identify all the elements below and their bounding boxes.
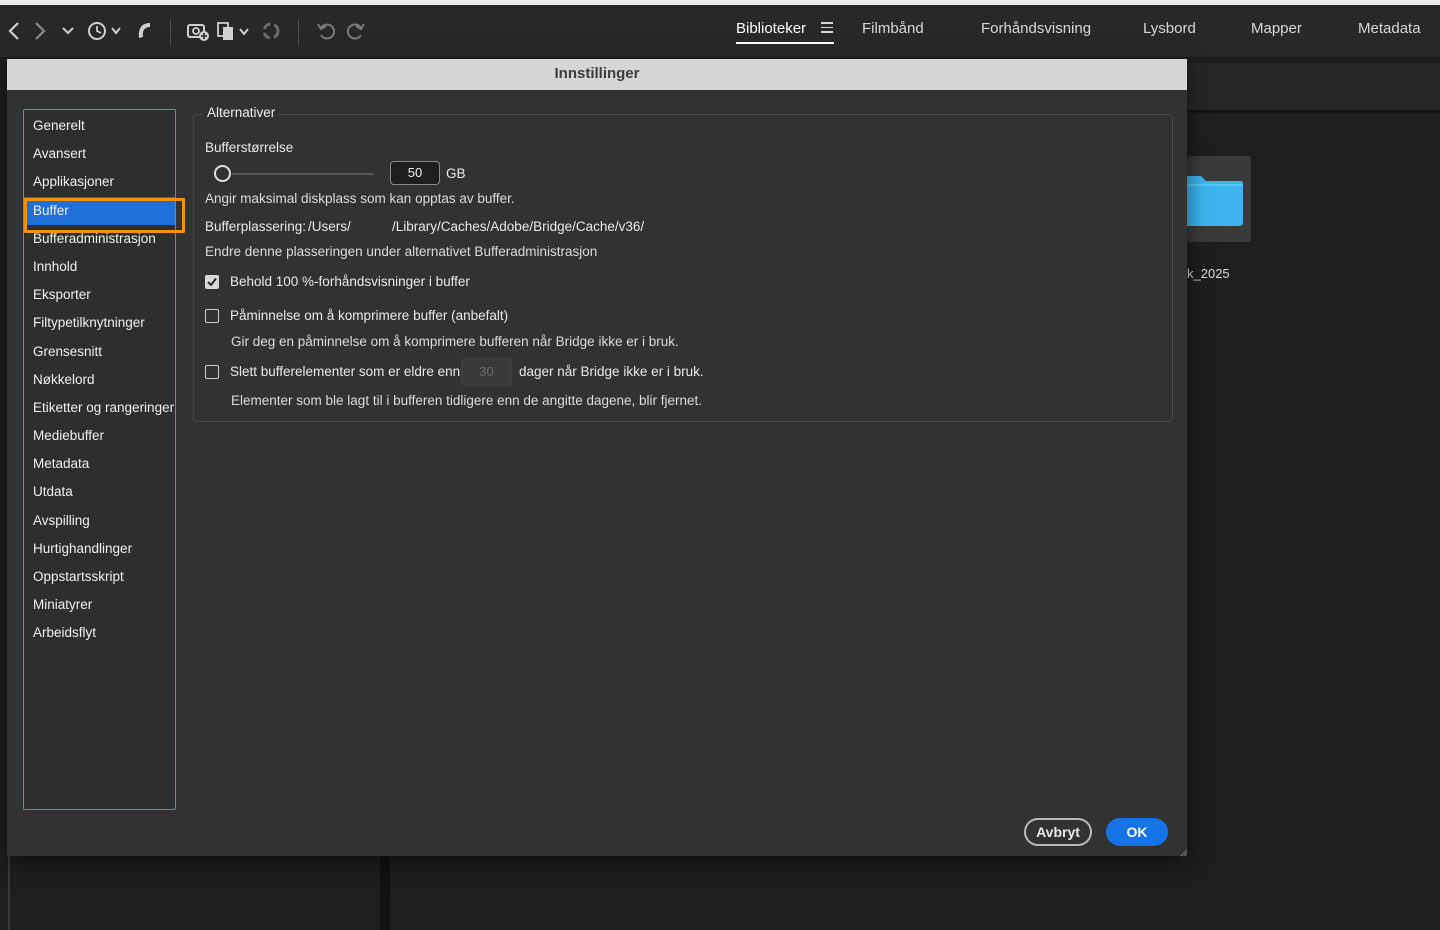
ok-button[interactable]: OK <box>1106 818 1168 846</box>
buffer-location-label: Bufferplassering: <box>205 219 307 234</box>
delete-old-checkbox[interactable] <box>205 365 219 379</box>
cancel-button[interactable]: Avbryt <box>1024 818 1092 846</box>
delete-old-days-input[interactable]: 30 <box>461 358 512 386</box>
forward-arrow-icon[interactable] <box>32 18 48 44</box>
chevron-down-icon[interactable] <box>60 18 76 44</box>
dialog-title: Innstillinger <box>7 59 1187 90</box>
folder-thumbnail[interactable] <box>1187 156 1251 242</box>
category-miniatyrer[interactable]: Miniatyrer <box>24 591 175 619</box>
file-copy-icon[interactable] <box>216 18 252 44</box>
toolbar-separator <box>298 19 299 45</box>
category-list: Generelt Avansert Applikasjoner Buffer B… <box>23 109 185 810</box>
background-panel-header <box>1187 63 1440 113</box>
rotate-right-icon[interactable] <box>344 18 366 44</box>
tab-lysbord[interactable]: Lysbord <box>1143 20 1196 37</box>
category-grensesnitt[interactable]: Grensesnitt <box>24 338 175 366</box>
category-utdata[interactable]: Utdata <box>24 478 175 506</box>
remind-compress-checkbox[interactable] <box>205 309 219 323</box>
category-buffer[interactable]: Buffer <box>24 196 185 233</box>
category-innhold[interactable]: Innhold <box>24 253 175 281</box>
buffer-location-description: Endre denne plasseringen under alternati… <box>205 244 598 259</box>
category-avansert[interactable]: Avansert <box>24 140 175 168</box>
buffer-size-input[interactable]: 50 <box>390 161 440 185</box>
tab-mapper[interactable]: Mapper <box>1251 20 1302 37</box>
bottom-panels <box>0 856 1440 930</box>
category-nokkelord[interactable]: Nøkkelord <box>24 366 175 394</box>
delete-old-description: Elementer som ble lagt til i bufferen ti… <box>231 393 703 408</box>
buffer-size-slider-handle[interactable] <box>214 165 231 182</box>
delete-old-label: Slett bufferelementer som er eldre enn <box>230 364 461 379</box>
category-bufferadministrasjon[interactable]: Bufferadministrasjon <box>24 225 175 253</box>
buffer-size-unit: GB <box>446 166 466 181</box>
checkmark-icon <box>207 277 217 287</box>
buffer-location-path-end: /Library/Caches/Adobe/Bridge/Cache/v36/ <box>392 219 645 234</box>
category-arbeidsflyt[interactable]: Arbeidsflyt <box>24 619 175 647</box>
buffer-size-description: Angir maksimal diskplass som kan opptas … <box>205 191 515 206</box>
category-hurtighandlinger[interactable]: Hurtighandlinger <box>24 535 175 563</box>
buffer-size-slider-track[interactable] <box>232 173 374 175</box>
buffer-location-path-start: /Users/ <box>308 219 351 234</box>
category-eksporter[interactable]: Eksporter <box>24 281 175 309</box>
back-arrow-icon[interactable] <box>6 18 22 44</box>
category-applikasjoner[interactable]: Applikasjoner <box>24 168 175 196</box>
remind-compress-description: Gir deg en påminnelse om å komprimere bu… <box>231 334 679 349</box>
category-generelt[interactable]: Generelt <box>24 112 175 140</box>
options-group: Alternativer Bufferstørrelse 50 GB Angir… <box>193 105 1173 422</box>
category-filtypetilknytninger[interactable]: Filtypetilknytninger <box>24 309 175 337</box>
category-etiketter[interactable]: Etiketter og rangeringer <box>24 394 175 422</box>
resize-grip-icon[interactable] <box>1180 849 1188 857</box>
category-oppstartsskript[interactable]: Oppstartsskript <box>24 563 175 591</box>
buffer-size-label: Bufferstørrelse <box>205 140 294 155</box>
rotate-icon[interactable] <box>260 18 282 44</box>
delete-old-suffix: dager når Bridge ikke er i bruk. <box>519 364 704 379</box>
category-metadata[interactable]: Metadata <box>24 450 175 478</box>
content-panel <box>1187 140 1440 930</box>
folder-label: k_2025 <box>1187 266 1230 281</box>
folder-icon <box>1187 176 1243 226</box>
camera-download-icon[interactable] <box>186 18 210 44</box>
tab-filmband[interactable]: Filmbånd <box>862 20 924 37</box>
background-divider <box>380 856 390 930</box>
tab-forhandsvisning[interactable]: Forhåndsvisning <box>981 20 1091 37</box>
recent-history-icon[interactable] <box>86 18 124 44</box>
category-avspilling[interactable]: Avspilling <box>24 507 175 535</box>
options-group-title: Alternativer <box>203 105 280 120</box>
keep-previews-label: Behold 100 %-forhåndsvisninger i buffer <box>230 274 470 289</box>
remind-compress-label: Påminnelse om å komprimere buffer (anbef… <box>230 308 509 323</box>
rotate-left-icon[interactable] <box>316 18 338 44</box>
preferences-dialog: Innstillinger Generelt Avansert Applikas… <box>7 59 1187 856</box>
tab-metadata[interactable]: Metadata <box>1358 20 1421 37</box>
tab-biblioteker[interactable]: Biblioteker <box>736 20 835 44</box>
keep-previews-checkbox[interactable] <box>205 275 219 289</box>
workspace-menu-icon[interactable] <box>821 22 833 34</box>
boomerang-icon[interactable] <box>134 18 154 44</box>
background-divider <box>1187 110 1440 113</box>
toolbar-separator <box>170 19 171 45</box>
background-divider <box>8 856 10 930</box>
category-mediebuffer[interactable]: Mediebuffer <box>24 422 175 450</box>
app-toolbar: Biblioteker Filmbånd Forhåndsvisning Lys… <box>0 5 1440 58</box>
